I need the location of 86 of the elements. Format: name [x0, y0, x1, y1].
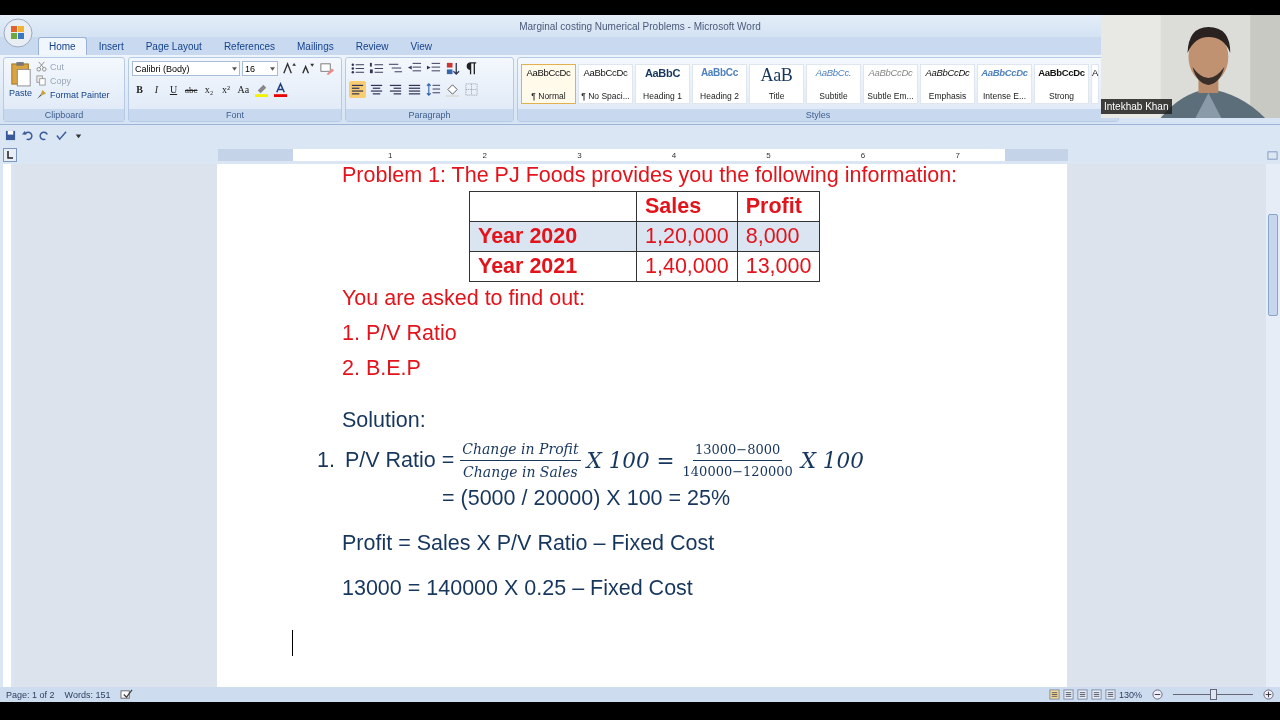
zoom-level[interactable]: 130%	[1118, 689, 1142, 700]
table-cell: 1,20,000	[636, 221, 738, 252]
style-option[interactable]: AaBbCcDc ¶ Normal	[521, 64, 576, 104]
format-button[interactable]: B	[132, 81, 147, 98]
ribbon-tab[interactable]: Insert	[88, 37, 134, 55]
line-spacing-icon[interactable]	[425, 81, 442, 98]
formula-line: = (5000 / 20000) X 100 = 25%	[442, 486, 732, 511]
style-option[interactable]: AaB Title	[749, 64, 804, 104]
style-option[interactable]: AaBbC Heading 1	[635, 64, 690, 104]
format-painter-button[interactable]: Format Painter	[34, 88, 112, 101]
table-cell: 13,000	[737, 251, 820, 282]
view-mode-icon[interactable]	[1048, 689, 1060, 700]
font-name-field[interactable]: Calibri (Body)	[132, 61, 240, 76]
dropdown-caret-icon[interactable]	[270, 66, 275, 71]
window-title: Marginal costing Numerical Problems - Microsoft Word	[519, 20, 761, 32]
solution-heading: Solution:	[342, 408, 427, 433]
formula-text: P/V Ratio =	[344, 448, 455, 473]
style-option[interactable]: AaBbCcDc Strong	[1034, 64, 1089, 104]
formula-text: X 100	[800, 448, 864, 473]
tab-selector-icon[interactable]	[3, 148, 17, 162]
format-button[interactable]: x₂	[201, 81, 217, 98]
ribbon-tab[interactable]: Page Layout	[135, 37, 212, 55]
style-option[interactable]: AaBbCcDc Emphasis	[920, 64, 975, 104]
format-button[interactable]: I	[149, 81, 164, 98]
list-item: 2. B.E.P	[342, 356, 422, 380]
problem-heading: Problem 1: The PJ Foods provides you the following information:	[342, 164, 959, 186]
table-cell: 8,000	[737, 221, 820, 252]
view-mode-icon[interactable]	[1104, 689, 1116, 700]
horizontal-ruler[interactable]: 1 2 3 4 5 6 7	[218, 149, 1068, 161]
style-option[interactable]: AaBbCc. Subtitle	[806, 64, 861, 104]
paste-button[interactable]: Paste	[7, 60, 34, 107]
page-count[interactable]: Page: 1 of 2	[6, 689, 55, 700]
ribbon-tab[interactable]: Mailings	[287, 37, 344, 55]
ribbon-tab[interactable]: View	[400, 37, 442, 55]
list-item: 1. P/V Ratio	[342, 321, 458, 345]
formula-line: Profit = Sales X P/V Ratio – Fixed Cost	[342, 531, 716, 556]
list-number: 1.	[317, 448, 335, 473]
scissors-icon	[36, 61, 47, 72]
save-icon[interactable]	[5, 130, 16, 141]
group-label: Font	[129, 109, 341, 121]
align-icon[interactable]	[349, 81, 366, 98]
dropdown-caret-icon[interactable]	[232, 66, 237, 71]
format-button[interactable]: abc	[183, 81, 200, 98]
view-mode-icon[interactable]	[1090, 689, 1102, 700]
word-count[interactable]: Words: 151	[64, 689, 111, 700]
formula-text: X 100 =	[586, 448, 675, 473]
fraction: 13000−8000 140000−120000	[681, 442, 794, 479]
format-button[interactable]: Aa	[235, 81, 252, 98]
fraction: Change in Profit Change in Sales	[460, 441, 581, 480]
column-header: Sales	[636, 191, 738, 222]
clipboard-icon	[9, 60, 32, 88]
view-mode-icon[interactable]	[1076, 689, 1088, 700]
ribbon-tab[interactable]: Review	[345, 37, 399, 55]
style-option[interactable]: AaBbCc Heading 2	[692, 64, 747, 104]
redo-icon[interactable]	[39, 130, 50, 141]
group-label: Styles	[518, 109, 1118, 121]
view-mode-icon[interactable]	[1062, 689, 1074, 700]
table-cell: 1,40,000	[636, 251, 738, 282]
ribbon-tab[interactable]: Home	[38, 37, 87, 55]
format-button[interactable]: U	[166, 81, 181, 98]
proofing-icon[interactable]	[120, 689, 134, 700]
vertical-scrollbar[interactable]	[1266, 164, 1280, 687]
style-option[interactable]: AaBbCcDc Intense E...	[977, 64, 1032, 104]
spelling-icon[interactable]	[56, 130, 67, 141]
column-header: Profit	[737, 191, 820, 222]
undo-icon[interactable]	[22, 130, 33, 141]
zoom-in-icon[interactable]	[1263, 689, 1274, 700]
font-size-field[interactable]: 16	[242, 61, 278, 76]
font-color-icon[interactable]	[272, 81, 290, 98]
row-header: Year 2021	[469, 251, 637, 282]
sort-icon[interactable]	[444, 60, 461, 77]
task-text: You are asked to find out:	[342, 286, 587, 310]
brush-icon	[36, 89, 47, 100]
style-option[interactable]: A	[1091, 64, 1099, 104]
format-button[interactable]: x²	[218, 81, 234, 98]
group-label: Paragraph	[346, 109, 513, 121]
style-option[interactable]: AaBbCcDc ¶ No Spaci...	[578, 64, 633, 104]
row-header: Year 2020	[469, 221, 637, 252]
style-option[interactable]: AaBbCcDc Subtle Em...	[863, 64, 918, 104]
ribbon-tab[interactable]: References	[213, 37, 285, 55]
zoom-out-icon[interactable]	[1152, 689, 1163, 700]
formula-line: 13000 = 140000 X 0.25 – Fixed Cost	[342, 576, 694, 601]
text-cursor	[292, 630, 293, 656]
copy-icon	[36, 75, 47, 86]
participant-name: Intekhab Khan	[1101, 99, 1172, 114]
group-label: Clipboard	[4, 109, 124, 121]
